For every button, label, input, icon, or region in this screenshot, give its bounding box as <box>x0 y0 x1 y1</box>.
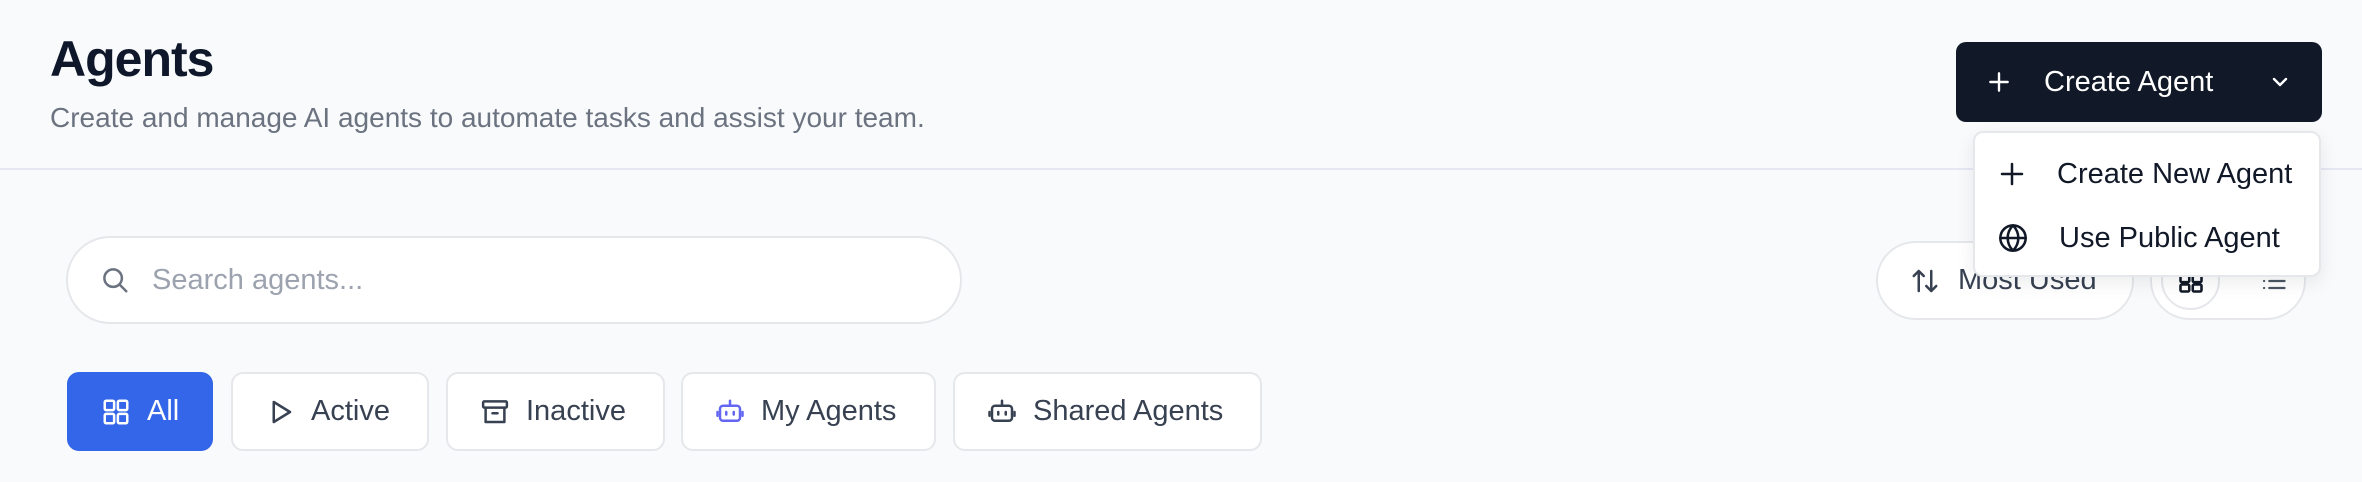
page-subtitle: Create and manage AI agents to automate … <box>50 102 925 133</box>
plus-icon <box>1997 159 2027 189</box>
menu-item-use-public-agent[interactable]: Use Public Agent <box>1975 210 2319 266</box>
tab-all[interactable]: All <box>67 372 213 451</box>
search-box <box>66 236 962 324</box>
bot-icon <box>987 397 1017 427</box>
tab-label: Shared Agents <box>1033 395 1224 427</box>
search-icon <box>100 265 130 295</box>
tab-shared-agents[interactable]: Shared Agents <box>953 372 1262 451</box>
sort-arrows-icon <box>1910 266 1940 296</box>
menu-item-label: Use Public Agent <box>2059 221 2280 254</box>
create-agent-button[interactable]: Create Agent <box>1956 42 2322 122</box>
globe-icon <box>1997 222 2029 254</box>
tab-label: My Agents <box>761 395 897 427</box>
tab-label: Inactive <box>526 395 626 427</box>
menu-item-create-new-agent[interactable]: Create New Agent <box>1975 146 2319 202</box>
tab-active[interactable]: Active <box>231 372 429 451</box>
plus-icon <box>1986 69 2012 95</box>
tab-label: All <box>147 395 180 427</box>
tab-inactive[interactable]: Inactive <box>446 372 665 451</box>
archive-icon <box>480 397 510 427</box>
search-input[interactable] <box>150 262 914 298</box>
bot-icon <box>715 397 745 427</box>
create-agent-label: Create Agent <box>2044 65 2214 98</box>
tab-my-agents[interactable]: My Agents <box>681 372 936 451</box>
play-icon <box>265 397 295 427</box>
grid-icon <box>101 397 131 427</box>
page-title: Agents <box>50 31 214 87</box>
create-agent-menu: Create New Agent Use Public Agent <box>1973 131 2321 277</box>
chevron-down-icon[interactable] <box>2268 70 2292 94</box>
tab-label: Active <box>311 395 390 427</box>
menu-item-label: Create New Agent <box>2057 157 2293 190</box>
